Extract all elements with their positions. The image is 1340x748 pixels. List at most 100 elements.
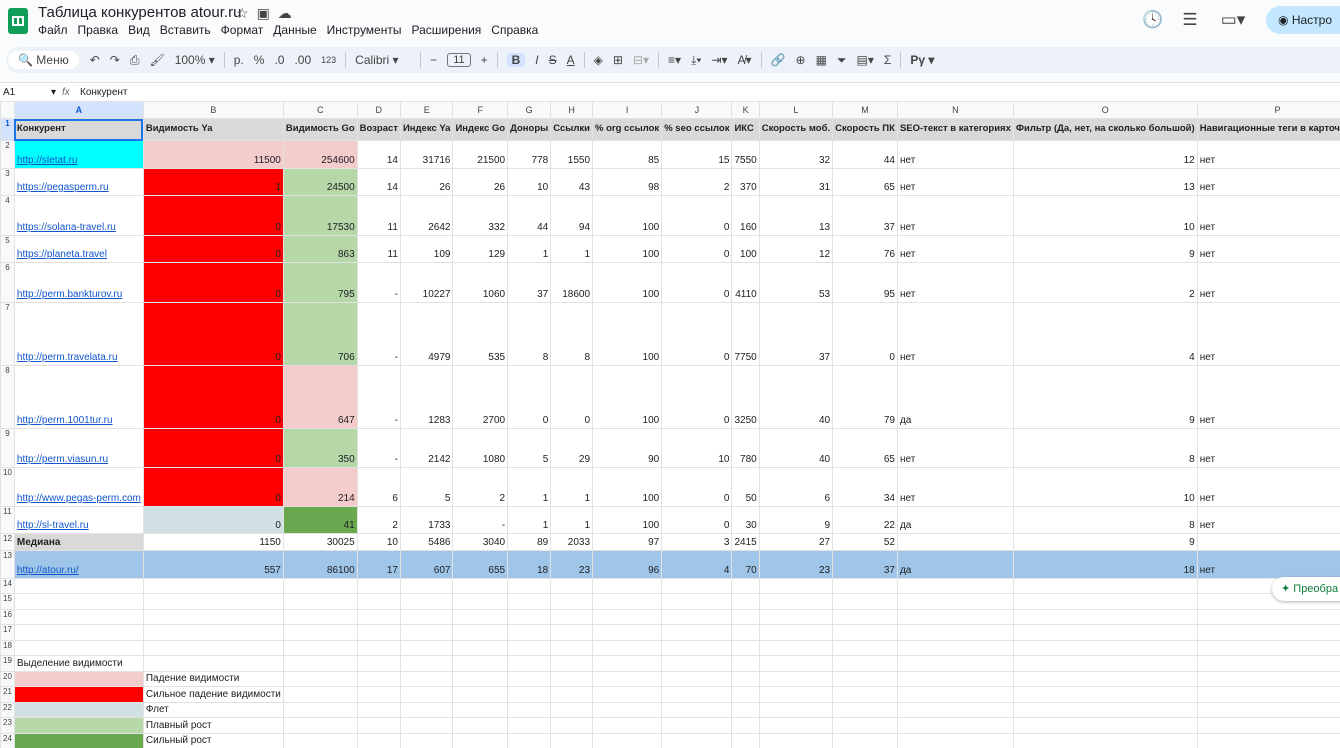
cell-l2[interactable]: 32 (758, 140, 834, 169)
cell-m2[interactable]: 44 (832, 140, 898, 169)
borders-icon[interactable]: ⊞ (613, 53, 623, 67)
cell-c21[interactable] (282, 686, 358, 703)
cell-g23[interactable] (507, 717, 552, 734)
cell-l24[interactable] (758, 733, 834, 748)
cell-e2[interactable]: 31716 (399, 140, 454, 169)
cell-c15[interactable] (282, 593, 358, 610)
cell-i11[interactable]: 100 (592, 506, 663, 534)
cell-g5[interactable]: 1 (507, 235, 552, 263)
column-header-l[interactable]: L (758, 101, 834, 119)
cell-f13[interactable]: 655 (452, 550, 509, 579)
strikethrough-button[interactable]: S (549, 53, 557, 67)
cell-n24[interactable] (896, 733, 1014, 748)
cell-b10[interactable]: 0 (142, 467, 284, 507)
cell-f6[interactable]: 1060 (452, 262, 509, 303)
cell-b5[interactable]: 0 (142, 235, 284, 263)
cell-i19[interactable] (592, 655, 663, 672)
cell-o20[interactable] (1012, 671, 1198, 687)
cell-m1[interactable]: Скорость ПК (832, 118, 898, 141)
cell-a6[interactable]: http://perm.bankturov.ru (13, 262, 144, 303)
cell-d11[interactable]: 2 (356, 506, 401, 534)
name-box[interactable]: A1 ▾ (0, 87, 62, 98)
cell-c7[interactable]: 706 (282, 302, 358, 366)
cell-o8[interactable]: 9 (1012, 365, 1198, 429)
cell-h8[interactable]: 0 (550, 365, 594, 429)
cell-i8[interactable]: 100 (592, 365, 663, 429)
cell-f1[interactable]: Индекс Go (452, 118, 509, 141)
cell-p23[interactable] (1196, 717, 1340, 734)
cell-n2[interactable]: нет (896, 140, 1014, 169)
cell-l4[interactable]: 13 (758, 195, 834, 236)
cell-c11[interactable]: 41 (282, 506, 358, 534)
cell-m7[interactable]: 0 (832, 302, 898, 366)
cell-a22[interactable] (13, 702, 144, 718)
horizontal-align-icon[interactable]: ≡▾ (668, 53, 681, 67)
cell-d21[interactable] (356, 686, 401, 703)
cell-l21[interactable] (758, 686, 834, 703)
star-icon[interactable]: ☆ (236, 5, 257, 21)
cell-l17[interactable] (758, 624, 834, 641)
cell-k7[interactable]: 7750 (731, 302, 760, 366)
cell-c1[interactable]: Видимость Go (282, 118, 358, 141)
cell-b18[interactable] (142, 640, 284, 656)
cell-b21[interactable]: Сильное падение видимости (142, 686, 284, 703)
cell-d19[interactable] (356, 655, 401, 672)
column-header-p[interactable]: P (1196, 101, 1340, 119)
cell-o4[interactable]: 10 (1012, 195, 1198, 236)
cell-b6[interactable]: 0 (142, 262, 284, 303)
cell-m3[interactable]: 65 (832, 168, 898, 196)
cell-m8[interactable]: 79 (832, 365, 898, 429)
cell-h4[interactable]: 94 (550, 195, 594, 236)
cell-h24[interactable] (550, 733, 594, 748)
cell-d24[interactable] (356, 733, 401, 748)
redo-icon[interactable]: ↷ (110, 53, 120, 67)
cell-b22[interactable]: Флет (142, 702, 284, 718)
cell-l22[interactable] (758, 702, 834, 718)
cell-e4[interactable]: 2642 (399, 195, 454, 236)
menu-data[interactable]: Данные (273, 23, 316, 37)
cell-c5[interactable]: 863 (282, 235, 358, 263)
cell-k24[interactable] (731, 733, 760, 748)
cell-c19[interactable] (282, 655, 358, 672)
cell-g13[interactable]: 18 (507, 550, 552, 579)
column-header-k[interactable]: K (731, 101, 760, 119)
cell-l10[interactable]: 6 (758, 467, 834, 507)
cell-k13[interactable]: 70 (731, 550, 760, 579)
cell-n3[interactable]: нет (896, 168, 1014, 196)
row-header[interactable]: 6 (0, 262, 15, 303)
cell-n22[interactable] (896, 702, 1014, 718)
cell-d10[interactable]: 6 (356, 467, 401, 507)
cell-m9[interactable]: 65 (832, 428, 898, 468)
cell-n16[interactable] (896, 609, 1014, 625)
cell-i22[interactable] (592, 702, 663, 718)
cell-a8[interactable]: http://perm.1001tur.ru (13, 365, 144, 429)
cell-f10[interactable]: 2 (452, 467, 509, 507)
cell-g4[interactable]: 44 (507, 195, 552, 236)
cell-m11[interactable]: 22 (832, 506, 898, 534)
cell-a21[interactable] (13, 686, 144, 703)
cell-k9[interactable]: 780 (731, 428, 760, 468)
menu-help[interactable]: Справка (491, 23, 538, 37)
bold-button[interactable]: B (506, 53, 526, 67)
cell-f8[interactable]: 2700 (452, 365, 509, 429)
cell-p22[interactable] (1196, 702, 1340, 718)
cell-j13[interactable]: 4 (661, 550, 733, 579)
cell-j5[interactable]: 0 (661, 235, 733, 263)
cell-o12[interactable]: 9 (1012, 533, 1198, 551)
cell-g3[interactable]: 10 (507, 168, 552, 196)
cell-k23[interactable] (731, 717, 760, 734)
cell-f14[interactable] (452, 578, 509, 594)
cell-l8[interactable]: 40 (758, 365, 834, 429)
cell-k18[interactable] (731, 640, 760, 656)
cell-e8[interactable]: 1283 (399, 365, 454, 429)
cell-d17[interactable] (356, 624, 401, 641)
undo-icon[interactable]: ↶ (90, 53, 100, 67)
cell-g10[interactable]: 1 (507, 467, 552, 507)
cell-b9[interactable]: 0 (142, 428, 284, 468)
cell-b13[interactable]: 557 (142, 550, 284, 579)
cell-a9[interactable]: http://perm.viasun.ru (13, 428, 144, 468)
cell-j12[interactable]: 3 (661, 533, 733, 551)
insert-comment-icon[interactable]: ⊕ (796, 53, 806, 67)
cell-j8[interactable]: 0 (661, 365, 733, 429)
cell-d15[interactable] (356, 593, 401, 610)
